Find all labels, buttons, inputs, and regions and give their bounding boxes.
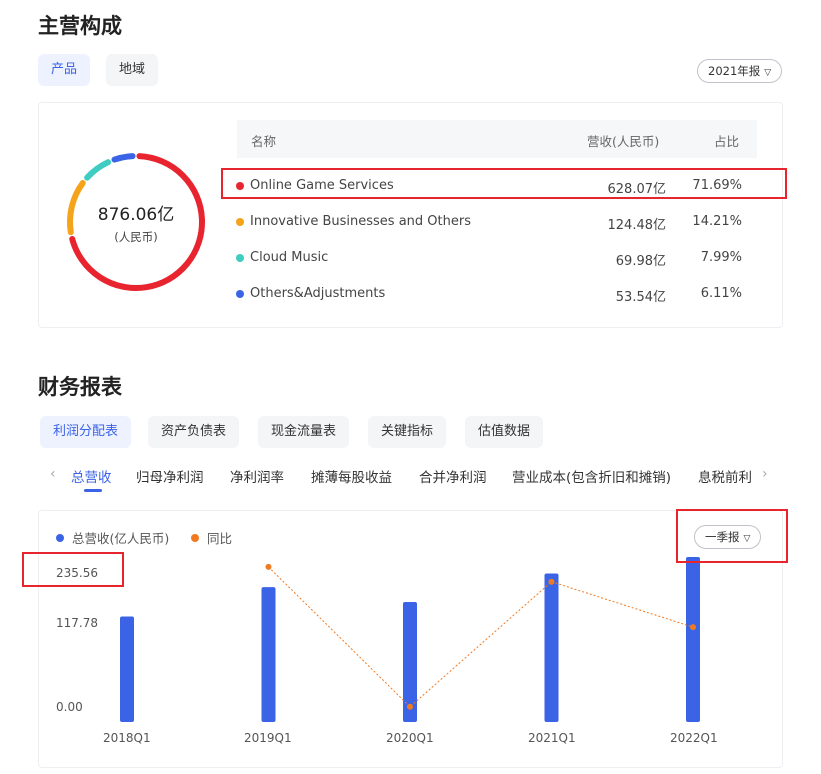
x-tick-label: 2020Q1 [386, 731, 434, 745]
highlight-box-top-row [221, 168, 787, 199]
legend-revenue: 总营收(亿人民币) [56, 528, 169, 547]
legend-revenue-label: 总营收(亿人民币) [72, 531, 170, 546]
tab-cash-flow[interactable]: 现金流量表 [258, 416, 350, 448]
y-tick-label: 117.78 [56, 616, 98, 630]
metric-tab-net-profit-parent[interactable]: 归母净利润 [136, 466, 204, 486]
metric-tab-ebit[interactable]: 息税前利 [698, 466, 752, 486]
row-name: Innovative Businesses and Others [250, 214, 471, 229]
legend-dot-teal [236, 254, 244, 262]
row-revenue: 53.54亿 [615, 290, 666, 305]
metric-tab-net-margin[interactable]: 净利润率 [230, 466, 284, 486]
row-share: 6.11% [700, 286, 742, 301]
table-row[interactable]: Cloud Music 69.98亿 7.99% [224, 244, 784, 274]
report-period-select[interactable]: 2021年报 ▽ [697, 59, 783, 83]
row-revenue: 124.48亿 [607, 218, 667, 233]
total-revenue-unit: (人民币) [114, 230, 158, 244]
x-tick-label: 2018Q1 [103, 731, 151, 745]
table-row[interactable]: Others&Adjustments 53.54亿 6.11% [224, 280, 784, 310]
metric-tab-total-revenue[interactable]: 总营收 [71, 466, 112, 486]
highlight-box-period-select [676, 509, 788, 563]
legend-dot-blue [56, 534, 64, 542]
legend-dot-orange [236, 218, 244, 226]
tab-income-statement[interactable]: 利润分配表 [40, 416, 132, 448]
x-tick-label: 2021Q1 [528, 731, 576, 745]
active-tab-indicator [84, 489, 102, 492]
tab-balance-sheet[interactable]: 资产负债表 [148, 416, 240, 448]
metric-tab-consolidated-net-profit[interactable]: 合并净利润 [419, 466, 487, 486]
legend-dot-blue [236, 290, 244, 298]
x-tick-label: 2022Q1 [670, 731, 718, 745]
tab-valuation[interactable]: 估值数据 [465, 416, 544, 448]
chevron-down-icon: ▽ [764, 68, 772, 78]
row-name: Cloud Music [250, 250, 329, 265]
legend-dot-orange [191, 534, 199, 542]
highlight-box-y-max [22, 552, 124, 587]
tab-region[interactable]: 地域 [106, 54, 159, 86]
row-name: Others&Adjustments [250, 286, 386, 301]
tab-key-metrics[interactable]: 关键指标 [368, 416, 447, 448]
table-row[interactable]: Innovative Businesses and Others 124.48亿… [224, 208, 784, 238]
table-header: 名称 营收(人民币) 占比 [237, 120, 757, 158]
financials-title: 财务报表 [38, 375, 122, 399]
donut-segment-3[interactable] [111, 153, 136, 163]
y-tick-label: 0.00 [56, 700, 83, 714]
row-revenue: 69.98亿 [615, 254, 666, 269]
tab-product[interactable]: 产品 [38, 54, 91, 86]
column-revenue: 营收(人民币) [587, 134, 660, 149]
scroll-right-icon[interactable]: › [762, 466, 768, 482]
legend-yoy: 同比 [191, 528, 232, 547]
column-name: 名称 [251, 134, 277, 149]
donut-segment-2[interactable] [84, 159, 112, 181]
metric-tab-operating-cost[interactable]: 营业成本(包含折旧和摊销) [512, 466, 671, 486]
row-share: 7.99% [700, 250, 742, 265]
row-share: 14.21% [692, 214, 742, 229]
donut-center: 876.06亿 (人民币) [66, 200, 206, 245]
total-revenue-value: 876.06亿 [97, 205, 175, 225]
column-share: 占比 [714, 134, 740, 149]
metric-tabbar: 总营收 归母净利润 净利润率 摊薄每股收益 合并净利润 营业成本(包含折旧和摊销… [44, 462, 784, 496]
x-tick-label: 2019Q1 [244, 731, 292, 745]
metric-tab-diluted-eps[interactable]: 摊薄每股收益 [311, 466, 392, 486]
legend-yoy-label: 同比 [207, 531, 233, 546]
main-business-title: 主营构成 [38, 14, 122, 38]
report-period-label: 2021年报 [708, 64, 761, 78]
chart-card [38, 510, 783, 768]
